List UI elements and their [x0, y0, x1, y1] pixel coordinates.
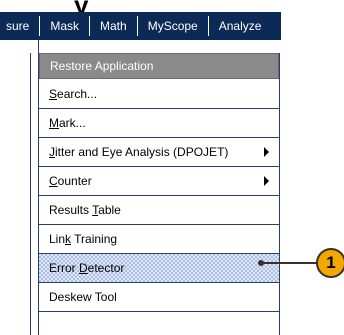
- menu-item-error-detector[interactable]: Error Detector: [39, 254, 279, 283]
- callout-number-badge: 1: [316, 248, 344, 278]
- menu-item-label: Results Table: [49, 203, 121, 217]
- menu-item-counter[interactable]: Counter: [39, 167, 279, 196]
- callout-leader-line: [262, 262, 318, 264]
- menu-item-label: Counter: [49, 174, 92, 188]
- menu-measure[interactable]: sure: [0, 12, 39, 40]
- menu-mask[interactable]: Mask: [40, 12, 89, 40]
- menu-item-restore-application[interactable]: Restore Application: [39, 53, 279, 79]
- menu-item-deskew-tool[interactable]: Deskew Tool: [39, 283, 279, 312]
- analyze-dropdown-menu: Restore Application Search... Mark... Ji…: [38, 53, 280, 335]
- menu-item-search[interactable]: Search...: [39, 80, 279, 109]
- menu-item-label: Search...: [49, 87, 98, 101]
- background-panel: [0, 40, 39, 335]
- menu-analyze[interactable]: Analyze: [209, 12, 272, 40]
- menu-item-results-table[interactable]: Results Table: [39, 196, 279, 225]
- menu-item-label: Mark...: [49, 116, 86, 130]
- menu-bar: sure Mask Math MyScope Analyze: [0, 12, 281, 40]
- menu-item-label: Restore Application: [50, 59, 154, 73]
- callout-number: 1: [326, 253, 336, 272]
- menu-item-mark[interactable]: Mark...: [39, 109, 279, 138]
- menu-math[interactable]: Math: [90, 12, 137, 40]
- submenu-arrow-icon: [264, 147, 269, 157]
- menu-item-jitter-eye-analysis[interactable]: Jitter and Eye Analysis (DPOJET): [39, 138, 279, 167]
- panel-divider: [30, 53, 31, 335]
- menu-item-link-training[interactable]: Link Training: [39, 225, 279, 254]
- menu-item-label: Jitter and Eye Analysis (DPOJET): [49, 145, 229, 159]
- menu-item-label: Link Training: [49, 232, 118, 246]
- menu-item-label: Error Detector: [49, 261, 125, 275]
- menu-myscope[interactable]: MyScope: [138, 12, 208, 40]
- menu-item-label: Deskew Tool: [49, 290, 117, 304]
- submenu-arrow-icon: [264, 176, 269, 186]
